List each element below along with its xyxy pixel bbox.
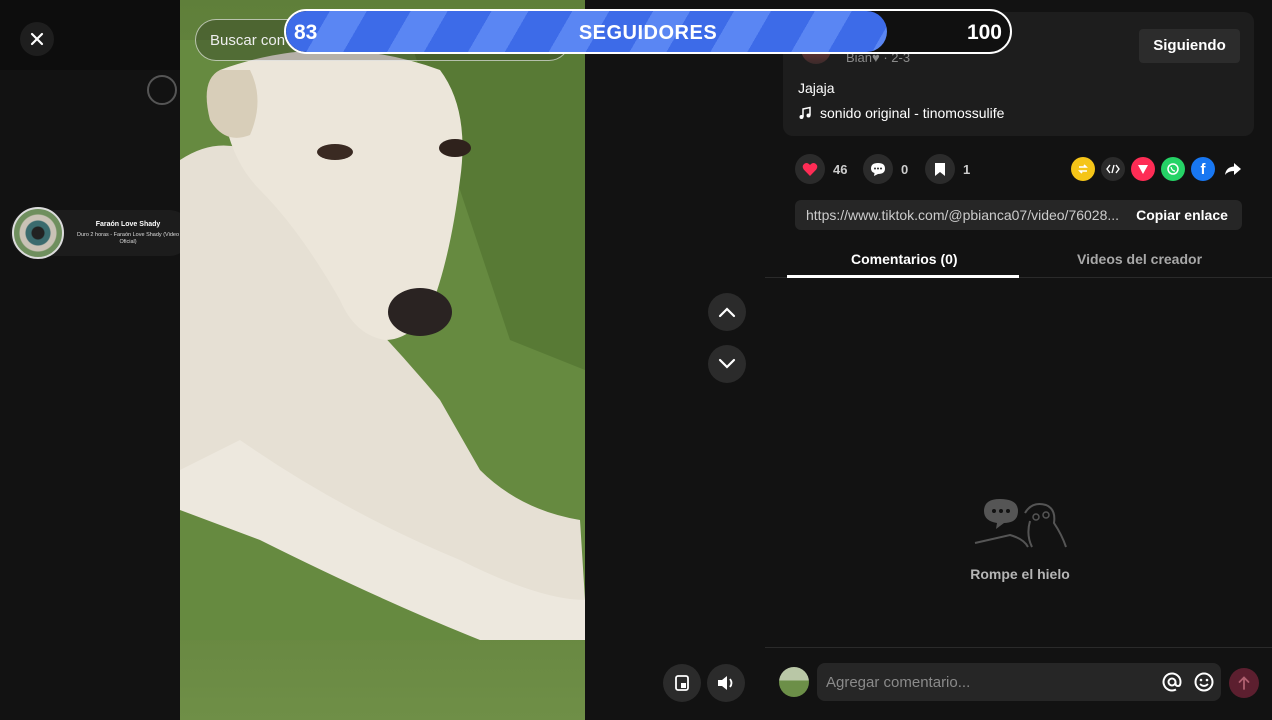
left-rail: Faraón Love Shady Duro 2 horas - Faraón … [0,0,192,720]
active-tab-indicator [787,275,1019,278]
at-sign-icon [1162,672,1182,692]
heart-icon [802,162,818,176]
like-count: 46 [833,161,848,177]
video-url[interactable]: https://www.tiktok.com/@pbianca07/video/… [795,207,1122,223]
music-subtitle: Duro 2 horas - Faraón Love Shady (Video … [76,231,179,245]
post-caption: Jajaja [798,80,835,96]
facebook-icon[interactable]: f [1191,157,1215,181]
save-count: 1 [963,161,971,177]
comment-count: 0 [901,161,909,177]
whatsapp-icon[interactable] [1161,157,1185,181]
empty-comments: Rompe el hielo [940,495,1100,582]
save-circle [925,154,955,184]
music-disc-icon [12,207,64,259]
comment-circle [863,154,893,184]
sound-link[interactable]: sonido original - tinomossulife [798,105,1004,121]
chevron-up-icon [718,307,736,318]
follower-goal-label: SEGUIDORES [578,22,718,44]
follower-current: 83 [294,21,318,44]
close-icon [30,32,44,46]
mention-button[interactable] [1157,667,1187,697]
follower-goal-bar: SEGUIDORES 83 100 [284,9,1012,54]
next-video-button[interactable] [708,345,746,383]
floating-player-button[interactable] [663,664,701,702]
comment-bubble-icon [871,162,885,176]
floating-player-icon [675,675,689,691]
video-player[interactable] [180,0,585,720]
send-comment-button[interactable] [1229,668,1259,698]
arrow-up-icon [1238,676,1250,690]
like-circle [795,154,825,184]
empty-chat-illustration-icon [974,499,1067,548]
previous-video-button[interactable] [708,293,746,331]
divider [765,647,1272,648]
close-button[interactable] [20,22,54,56]
following-button[interactable]: Siguiendo [1139,29,1240,63]
music-title: Faraón Love Shady [95,220,161,228]
volume-icon [718,676,733,690]
share-arrow-icon[interactable] [1221,157,1245,181]
empty-state-text: Rompe el hielo [970,566,1070,582]
tab-creator-videos[interactable]: Videos del creador [1077,251,1202,267]
save-button[interactable]: 1 [925,154,970,184]
video-link-row: https://www.tiktok.com/@pbianca07/video/… [795,200,1242,230]
embed-icon[interactable] [1101,157,1125,181]
tab-bar: Comentarios (0) Videos del creador [765,245,1272,278]
music-card[interactable]: Faraón Love Shady Duro 2 horas - Faraón … [10,207,192,259]
comment-box [817,663,1221,701]
comment-button[interactable]: 0 [863,154,908,184]
tab-comments[interactable]: Comentarios (0) [851,251,958,267]
music-info: Faraón Love Shady Duro 2 horas - Faraón … [64,221,192,245]
emoji-button[interactable] [1189,667,1219,697]
follower-target: 100 [966,21,1002,44]
video-frame-image [180,40,585,640]
loading-spinner-icon [147,75,177,105]
comment-input[interactable] [826,673,1157,691]
repost-icon[interactable] [1071,157,1095,181]
copy-link-button[interactable]: Copiar enlace [1122,207,1242,223]
emoji-icon [1194,672,1214,692]
music-note-icon [799,106,811,119]
like-button[interactable]: 46 [795,154,847,184]
send-to-friend-icon[interactable] [1131,157,1155,181]
user-avatar [779,667,809,697]
bookmark-icon [935,162,945,176]
volume-button[interactable] [707,664,745,702]
sound-name: sonido original - tinomossulife [820,105,1005,121]
chevron-down-icon [718,358,736,369]
